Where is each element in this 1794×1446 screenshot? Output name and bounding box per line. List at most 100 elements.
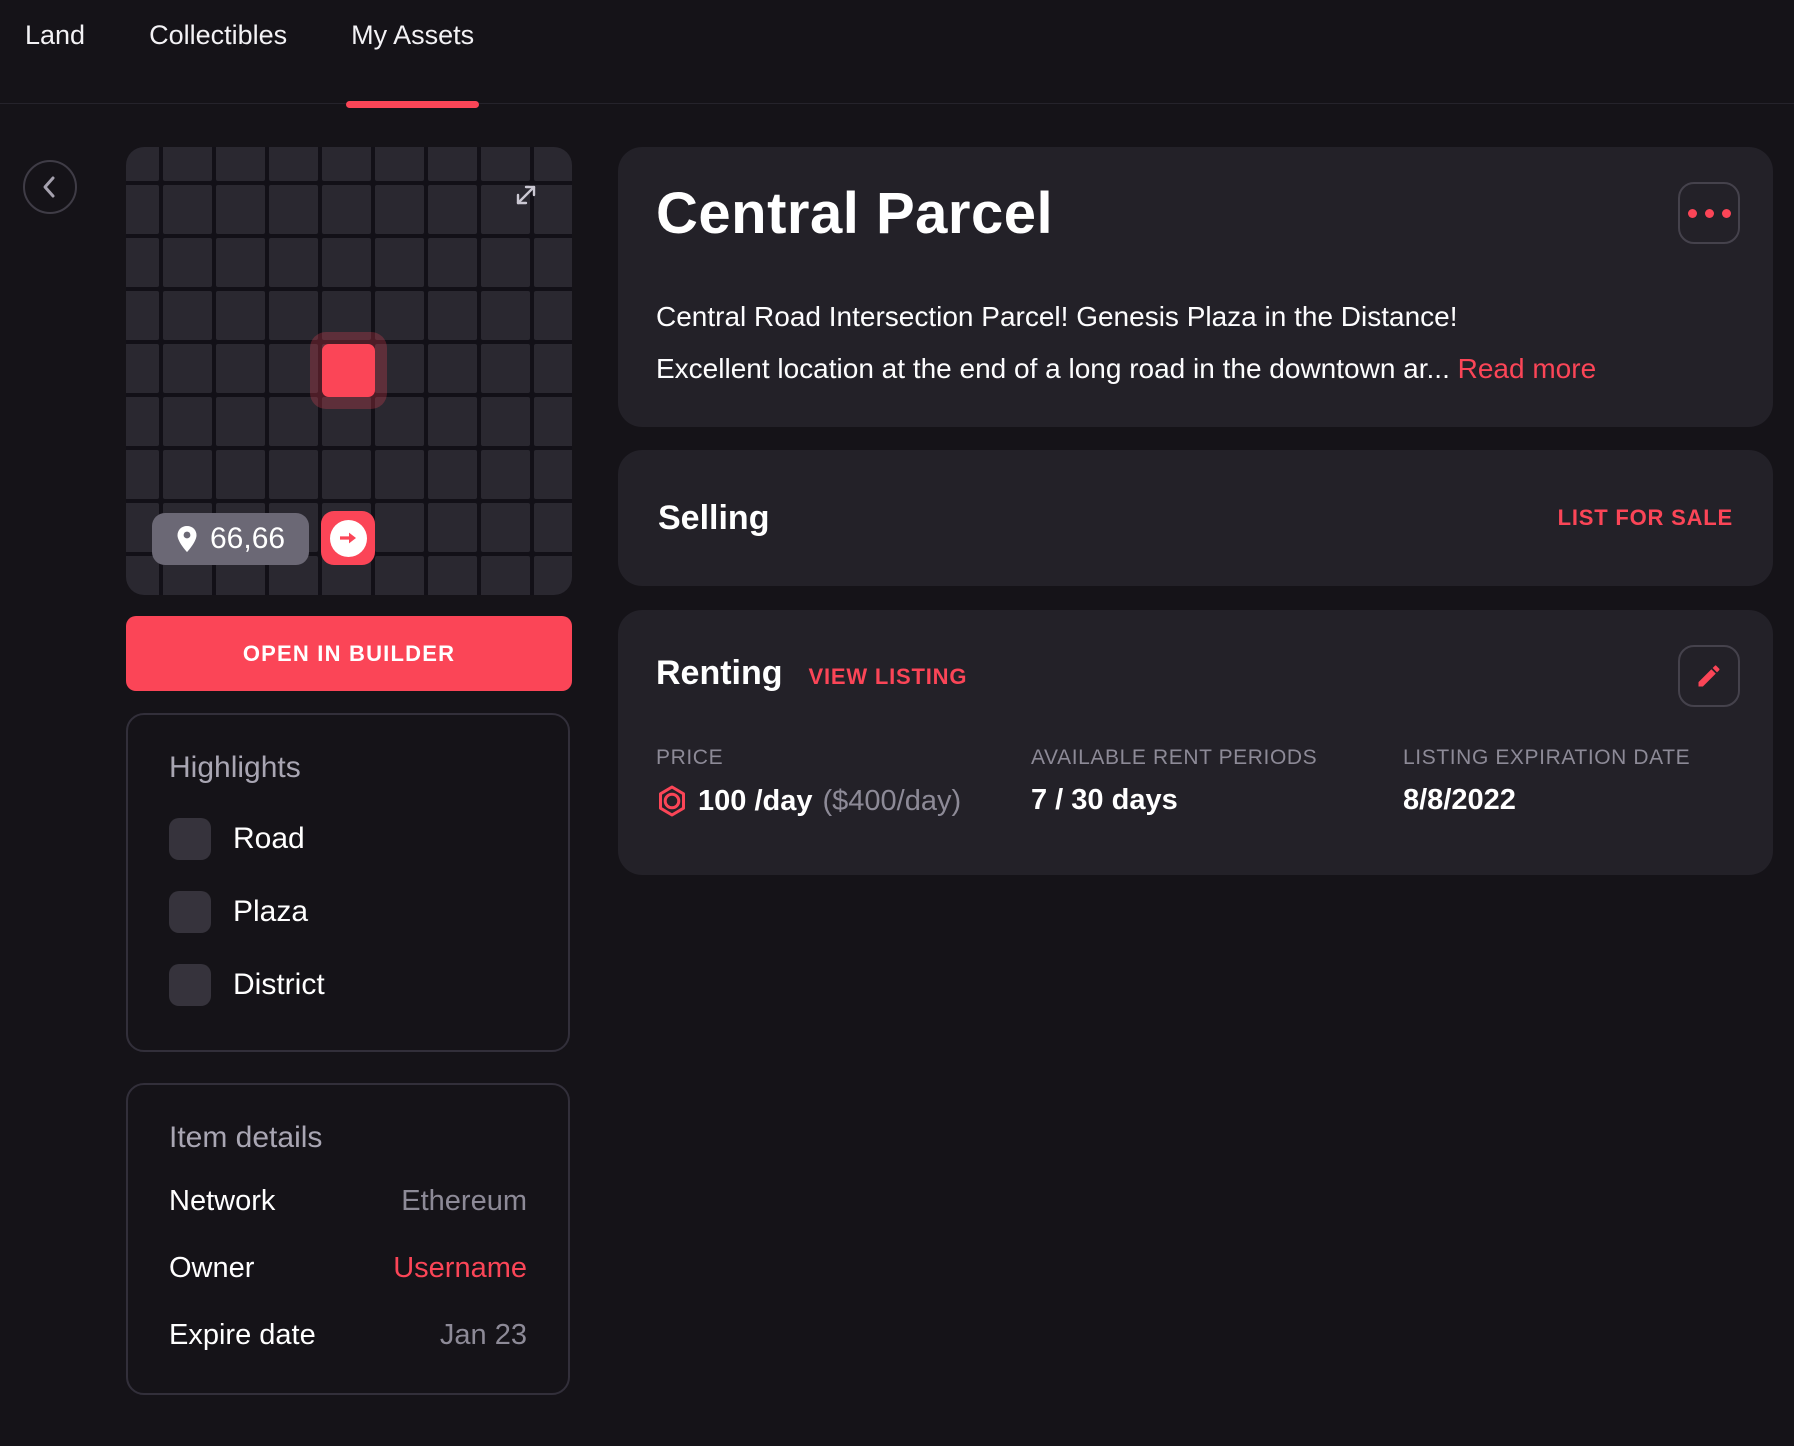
map-cell bbox=[428, 238, 477, 287]
jump-in-button[interactable] bbox=[321, 511, 375, 565]
map-cell bbox=[375, 556, 424, 595]
map-cell bbox=[322, 185, 371, 234]
map-cell bbox=[163, 291, 212, 340]
map-cell bbox=[375, 503, 424, 552]
top-nav: Land Collectibles My Assets bbox=[0, 0, 1794, 104]
expiration-date-value: 8/8/2022 bbox=[1403, 784, 1690, 817]
map-cell bbox=[481, 147, 530, 181]
item-details-title: Item details bbox=[169, 1121, 322, 1155]
map-cell bbox=[375, 450, 424, 499]
read-more-link[interactable]: Read more bbox=[1458, 353, 1597, 384]
selling-card: Selling LIST FOR SALE bbox=[618, 450, 1773, 586]
map-cell bbox=[481, 397, 530, 446]
parcel-description: Central Road Intersection Parcel! Genesi… bbox=[656, 291, 1596, 395]
map-cell bbox=[126, 238, 159, 287]
map-cell bbox=[269, 238, 318, 287]
map-cell bbox=[481, 556, 530, 595]
map-cell bbox=[428, 503, 477, 552]
expand-map-icon[interactable] bbox=[511, 180, 541, 210]
highlight-label: Plaza bbox=[233, 895, 308, 929]
detail-row-expire-date: Expire date Jan 23 bbox=[169, 1319, 527, 1352]
map-cell bbox=[375, 185, 424, 234]
map-cell bbox=[534, 450, 572, 499]
highlights-panel: Highlights Road Plaza District bbox=[126, 713, 570, 1052]
map-cell bbox=[216, 450, 265, 499]
highlight-row-plaza: Plaza bbox=[169, 891, 308, 933]
highlights-title: Highlights bbox=[169, 751, 301, 785]
checkbox-plaza[interactable] bbox=[169, 891, 211, 933]
pencil-icon bbox=[1695, 662, 1723, 690]
map-cell bbox=[126, 185, 159, 234]
description-line-2: Excellent location at the end of a long … bbox=[656, 343, 1596, 395]
network-value: Ethereum bbox=[401, 1185, 527, 1218]
detail-label: Expire date bbox=[169, 1319, 316, 1352]
map-cell bbox=[163, 238, 212, 287]
tab-land[interactable]: Land bbox=[23, 20, 87, 104]
selected-parcel[interactable] bbox=[310, 332, 387, 409]
renting-columns: PRICE 100 /day ($400/day) AVAILABLE RENT… bbox=[656, 746, 1690, 818]
detail-label: Owner bbox=[169, 1252, 254, 1285]
parcel-map-preview[interactable]: 66,66 bbox=[126, 147, 572, 595]
expiration-date-column: LISTING EXPIRATION DATE 8/8/2022 bbox=[1403, 746, 1690, 818]
map-cell bbox=[375, 238, 424, 287]
map-cell bbox=[126, 556, 159, 595]
map-cell bbox=[163, 147, 212, 181]
map-cell bbox=[163, 450, 212, 499]
checkbox-district[interactable] bbox=[169, 964, 211, 1006]
map-cell bbox=[322, 450, 371, 499]
highlight-label: District bbox=[233, 968, 325, 1002]
map-cell bbox=[216, 185, 265, 234]
detail-row-network: Network Ethereum bbox=[169, 1185, 527, 1218]
map-cell bbox=[126, 291, 159, 340]
price-label: PRICE bbox=[656, 746, 1031, 770]
view-listing-link[interactable]: VIEW LISTING bbox=[809, 664, 968, 690]
price-usd-value: ($400/day) bbox=[822, 785, 961, 818]
more-options-button[interactable] bbox=[1678, 182, 1740, 244]
tab-my-assets[interactable]: My Assets bbox=[349, 20, 476, 104]
renting-card: Renting VIEW LISTING PRICE 100 /day bbox=[618, 610, 1773, 875]
price-column: PRICE 100 /day ($400/day) bbox=[656, 746, 1031, 818]
mana-icon bbox=[656, 784, 688, 818]
rent-periods-label: AVAILABLE RENT PERIODS bbox=[1031, 746, 1403, 770]
map-cell bbox=[322, 238, 371, 287]
coordinates-badge: 66,66 bbox=[152, 513, 309, 565]
checkbox-road[interactable] bbox=[169, 818, 211, 860]
coordinates-value: 66,66 bbox=[210, 522, 285, 556]
parcel-header-card: Central Parcel Central Road Intersection… bbox=[618, 147, 1773, 427]
app-root: Land Collectibles My Assets bbox=[0, 0, 1794, 1446]
list-for-sale-button[interactable]: LIST FOR SALE bbox=[1558, 505, 1733, 531]
price-value-row: 100 /day ($400/day) bbox=[656, 784, 1031, 818]
map-cell bbox=[163, 185, 212, 234]
map-cell bbox=[375, 291, 424, 340]
map-cell bbox=[322, 147, 371, 181]
map-cell bbox=[534, 238, 572, 287]
map-cell bbox=[428, 344, 477, 393]
description-line-1: Central Road Intersection Parcel! Genesi… bbox=[656, 291, 1596, 343]
item-details-panel: Item details Network Ethereum Owner User… bbox=[126, 1083, 570, 1395]
map-cell bbox=[481, 503, 530, 552]
map-cell bbox=[163, 397, 212, 446]
renting-header: Renting VIEW LISTING bbox=[656, 654, 967, 693]
rent-periods-column: AVAILABLE RENT PERIODS 7 / 30 days bbox=[1031, 746, 1403, 818]
map-cell bbox=[428, 397, 477, 446]
map-cell bbox=[481, 238, 530, 287]
open-in-builder-button[interactable]: OPEN IN BUILDER bbox=[126, 616, 572, 691]
map-cell bbox=[481, 450, 530, 499]
map-cell bbox=[428, 147, 477, 181]
map-cell bbox=[163, 344, 212, 393]
expiration-date-label: LISTING EXPIRATION DATE bbox=[1403, 746, 1690, 770]
edit-listing-button[interactable] bbox=[1678, 645, 1740, 707]
renting-title: Renting bbox=[656, 654, 783, 693]
selling-title: Selling bbox=[658, 499, 769, 538]
map-cell bbox=[481, 291, 530, 340]
highlight-row-road: Road bbox=[169, 818, 305, 860]
tab-collectibles[interactable]: Collectibles bbox=[147, 20, 289, 104]
map-cell bbox=[269, 450, 318, 499]
map-cell bbox=[428, 291, 477, 340]
map-cell bbox=[481, 344, 530, 393]
ellipsis-icon bbox=[1688, 209, 1731, 218]
map-cell bbox=[216, 238, 265, 287]
owner-link[interactable]: Username bbox=[393, 1252, 527, 1285]
back-button[interactable] bbox=[23, 160, 77, 214]
map-cell bbox=[375, 147, 424, 181]
